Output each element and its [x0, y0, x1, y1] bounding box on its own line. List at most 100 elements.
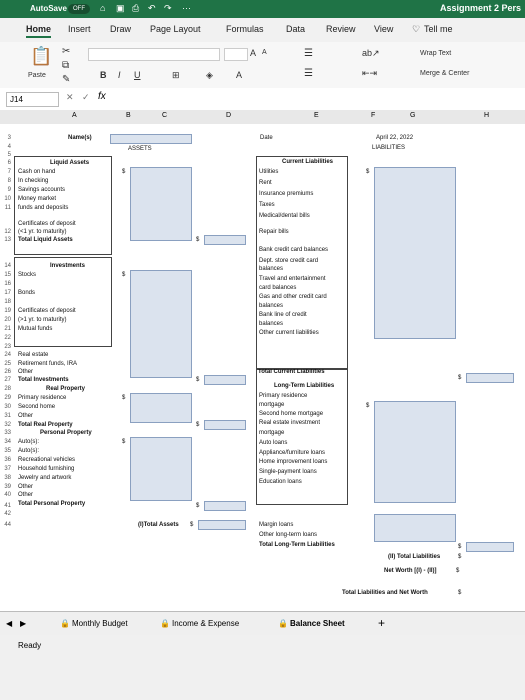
column-b-header[interactable]: B [126, 112, 131, 119]
column-g-header[interactable]: G [410, 112, 415, 119]
bold-button[interactable]: B [100, 70, 107, 80]
dollar-sign: $ [458, 554, 462, 560]
liquid-assets-inputs[interactable] [130, 167, 192, 241]
tab-income-expense[interactable]: Income & Expense [172, 619, 239, 628]
worksheet-grid[interactable]: 3 4 5 6 7 8 9 10 11 12 13 14 15 16 17 18… [0, 124, 525, 611]
indent-icon[interactable]: ⇤⇥ [362, 68, 377, 79]
row-number: 7 [7, 169, 11, 175]
wrap-text-button[interactable]: Wrap Text [420, 50, 451, 57]
print-icon[interactable]: ⎙ [132, 3, 139, 14]
cod-long-label: Certificates of deposit [18, 308, 76, 314]
cod-short-maturity-label: (<1 yr. to maturity) [18, 229, 67, 235]
autosave-toggle[interactable]: OFF [68, 4, 90, 14]
enter-icon[interactable]: ✓ [82, 92, 90, 103]
column-h-header[interactable]: H [484, 112, 489, 119]
row-number: 4 [7, 144, 11, 150]
sheet-tabs: ◀ ▶ 🔒 Monthly Budget 🔒 Income & Expense … [0, 611, 525, 636]
font-name-select[interactable] [88, 48, 220, 61]
date-value[interactable]: April 22, 2022 [376, 135, 413, 142]
formula-bar: J14 ✕ ✓ fx [0, 88, 525, 111]
copy-icon[interactable]: ⧉ [62, 60, 69, 71]
paste-label[interactable]: Paste [28, 72, 46, 79]
long-term-inputs-2[interactable] [374, 514, 456, 542]
row-number: 10 [4, 196, 11, 202]
font-size-select[interactable] [224, 48, 248, 61]
row-number: 3 [7, 135, 11, 141]
real-property-inputs[interactable] [130, 393, 192, 423]
investments-heading: Investments [50, 263, 86, 269]
long-term-inputs[interactable] [374, 401, 456, 503]
tab-monthly-budget[interactable]: Monthly Budget [72, 619, 128, 628]
personal-property-inputs[interactable] [130, 437, 192, 501]
tab-home[interactable]: Home [26, 24, 52, 38]
name-box[interactable]: J14 [6, 92, 59, 107]
merge-center-button[interactable]: Merge & Center [420, 70, 469, 77]
row-number: 5 [7, 152, 11, 158]
current-liabilities-inputs[interactable] [374, 167, 456, 339]
function-icon[interactable]: fx [98, 91, 106, 102]
add-sheet-button[interactable]: + [378, 616, 385, 630]
total-liabilities-label: (II) Total Liabilities [388, 554, 441, 560]
dollar-sign: $ [196, 503, 200, 509]
format-painter-icon[interactable]: ✎ [62, 74, 70, 85]
row-number: 36 [4, 457, 11, 463]
row-number: 11 [4, 205, 11, 211]
tab-draw[interactable]: Draw [110, 24, 131, 34]
home-icon[interactable]: ⌂ [100, 3, 105, 13]
row-number: 28 [4, 386, 11, 392]
tab-review[interactable]: Review [326, 24, 356, 34]
fill-color-icon[interactable]: ◈ [206, 70, 213, 81]
row-number: 32 [4, 422, 11, 428]
cut-icon[interactable]: ✂ [62, 46, 70, 57]
more-icon[interactable]: ··· [182, 3, 191, 13]
tab-data[interactable]: Data [286, 24, 305, 34]
row-number: 31 [4, 413, 11, 419]
formula-input[interactable] [118, 92, 518, 105]
orientation-icon[interactable]: ab↗ [362, 48, 380, 59]
total-real-property-value [204, 420, 246, 430]
column-e-header[interactable]: E [314, 112, 319, 119]
borders-icon[interactable]: ⊞ [172, 70, 180, 81]
net-worth-label: Net Worth [(I) - (II)] [384, 568, 437, 574]
row-number: 23 [4, 344, 11, 350]
tell-me-input[interactable]: Tell me [424, 24, 453, 34]
total-investments-value [204, 375, 246, 385]
dollar-sign: $ [366, 403, 370, 409]
column-a-header[interactable]: A [72, 112, 77, 119]
column-f-header[interactable]: F [371, 112, 375, 119]
paste-icon[interactable]: 📋 [30, 46, 52, 67]
document-title: Assignment 2 Pers [439, 3, 521, 13]
prev-sheet-icon[interactable]: ◀ [6, 619, 12, 628]
column-c-header[interactable]: C [162, 112, 167, 119]
save-icon[interactable]: ▣ [116, 3, 125, 14]
names-input[interactable] [110, 134, 192, 144]
shrink-font-button[interactable]: A [262, 49, 267, 56]
rent-label: Rent [259, 180, 272, 186]
tab-insert[interactable]: Insert [68, 24, 91, 34]
primary-mortgage-label2: mortgage [259, 402, 285, 408]
grow-font-button[interactable]: A [250, 48, 256, 58]
row-number: 16 [4, 281, 11, 287]
lock-icon: 🔒 [60, 619, 70, 628]
total-current-value [466, 373, 514, 383]
align-top-icon[interactable]: ☰ [304, 48, 313, 59]
next-sheet-icon[interactable]: ▶ [20, 619, 26, 628]
tab-page-layout[interactable]: Page Layout [150, 24, 201, 34]
real-estate-label: Real estate [18, 352, 49, 358]
font-color-icon[interactable]: A [236, 70, 242, 80]
total-long-label: Total Long-Term Liabilities [259, 542, 335, 548]
dollar-sign: $ [458, 544, 462, 550]
redo-icon[interactable]: ↷ [164, 3, 172, 14]
cancel-icon[interactable]: ✕ [66, 92, 74, 103]
italic-button[interactable]: I [118, 70, 121, 80]
investments-inputs[interactable] [130, 270, 192, 378]
tab-formulas[interactable]: Formulas [226, 24, 264, 34]
tab-view[interactable]: View [374, 24, 393, 34]
column-d-header[interactable]: D [226, 112, 231, 119]
total-real-property-label: Total Real Property [18, 422, 73, 428]
tab-balance-sheet[interactable]: Balance Sheet [290, 619, 345, 628]
gas-label2: balances [259, 303, 284, 309]
undo-icon[interactable]: ↶ [148, 3, 156, 14]
align-left-icon[interactable]: ☰ [304, 68, 313, 79]
underline-button[interactable]: U [134, 70, 141, 80]
